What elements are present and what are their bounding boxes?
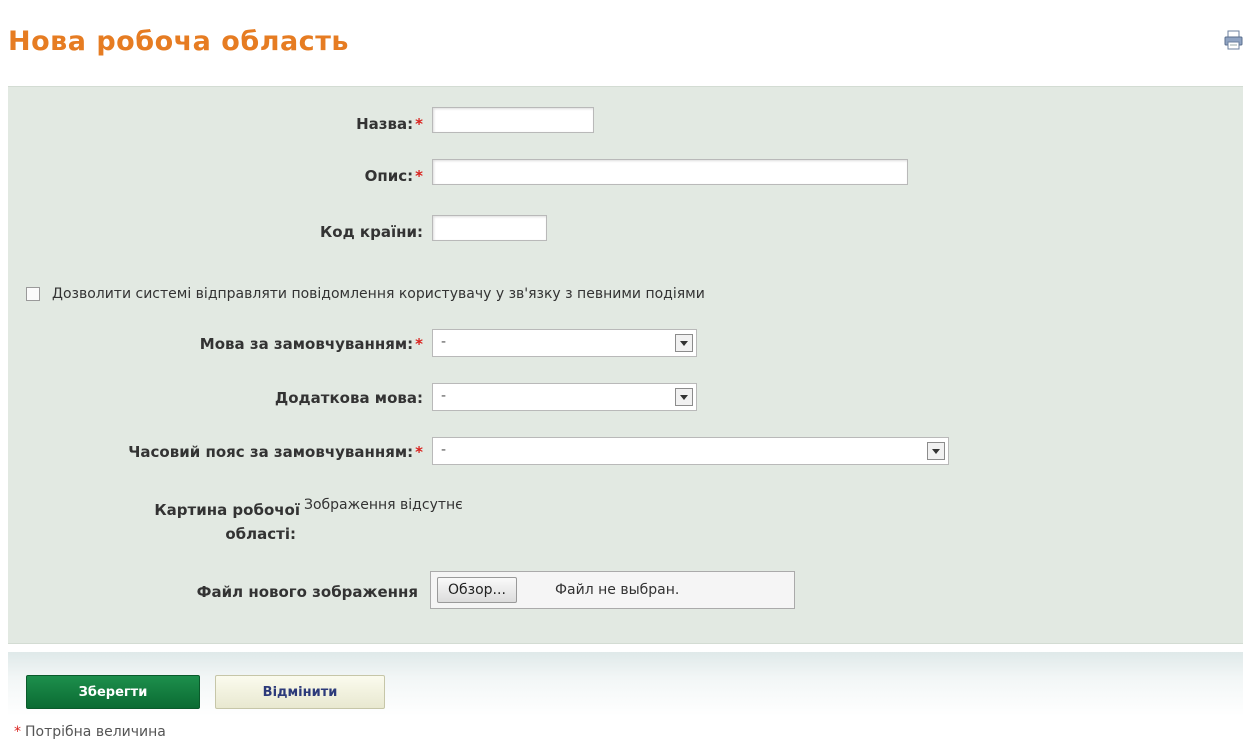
default-language-select[interactable]: - [432,329,697,357]
browse-button[interactable]: Обзор... [437,577,517,603]
country-code-input[interactable] [432,215,547,241]
chevron-down-icon[interactable] [675,334,693,352]
additional-language-label: Додаткова мова: [274,389,423,407]
required-marker: * [415,335,423,353]
country-code-label: Код країни: [320,223,423,241]
page-title: Нова робоча область [8,26,349,57]
name-label: Назва: * [356,115,423,133]
timezone-value: - [441,442,447,458]
cancel-button[interactable]: Відмінити [215,675,385,709]
workspace-form: Назва: * Опис: * Код країни: Дозволити сис… [8,86,1243,644]
file-status: Файл не выбран. [555,582,680,598]
additional-language-select[interactable]: - [432,383,697,411]
print-icon[interactable] [1224,30,1243,50]
chevron-down-icon[interactable] [675,388,693,406]
timezone-select[interactable]: - [432,437,949,465]
name-input[interactable] [432,107,594,133]
notify-checkbox[interactable] [26,287,40,301]
default-language-label: Мова за замовчуванням: * [199,335,423,353]
timezone-label: Часовий пояс за замовчуванням: * [128,443,423,461]
required-marker: * [14,724,21,740]
workspace-image-label: Картина робочої області: [154,501,300,543]
save-button[interactable]: Зберегти [26,675,200,709]
required-marker: * [415,443,423,461]
chevron-down-icon[interactable] [927,442,945,460]
workspace-image-status: Зображення відсутнє [304,497,463,513]
required-marker: * [415,167,423,185]
new-image-file-label: Файл нового зображення [196,583,418,601]
default-language-value: - [441,334,447,350]
notify-checkbox-label: Дозволити системі відправляти повідомлен… [52,286,705,302]
button-bar: Зберегти Відмінити [8,652,1243,716]
description-input[interactable] [432,159,908,185]
required-footnote-text: Потрібна величина [25,724,166,740]
required-marker: * [415,115,423,133]
additional-language-value: - [441,388,447,404]
file-input[interactable]: Обзор... Файл не выбран. [430,571,795,609]
required-footnote: * Потрібна величина [14,724,166,740]
description-label: Опис: * [364,167,423,185]
